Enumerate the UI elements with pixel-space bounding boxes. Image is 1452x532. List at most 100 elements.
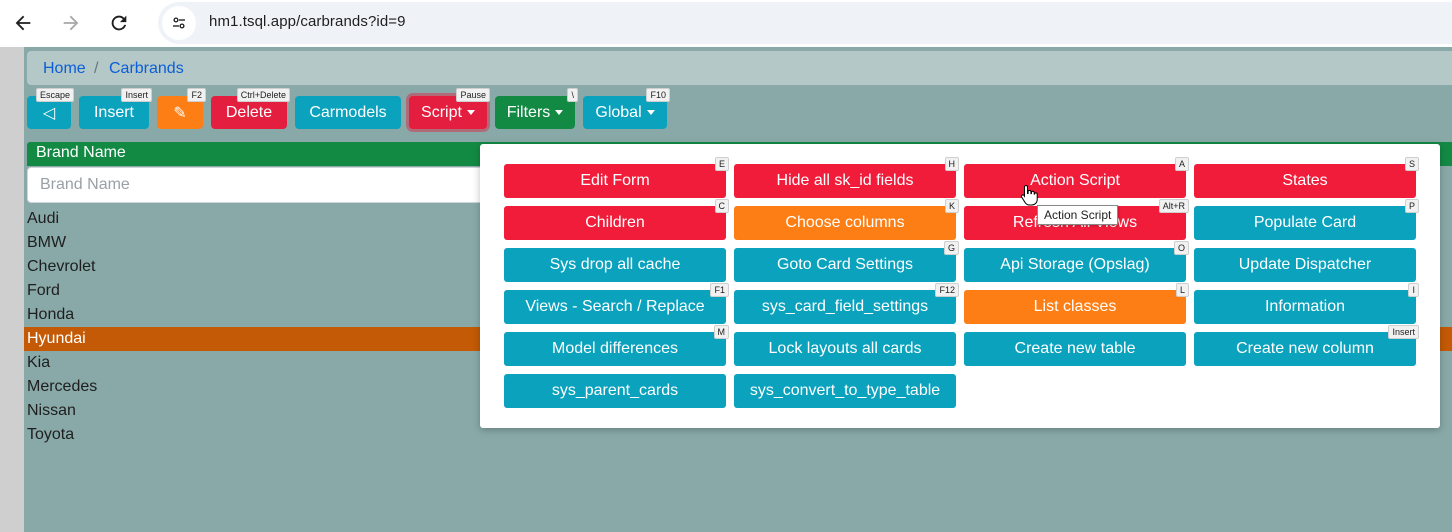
menu-item-label: List classes [1033,298,1117,315]
list-classes-button[interactable]: List classes L [964,283,1189,324]
menu-item-label: sys_parent_cards [551,382,679,399]
information-button[interactable]: Information I [1194,283,1419,324]
views-search-replace-button[interactable]: Views - Search / Replace F1 [504,283,729,324]
model-differences-button[interactable]: Model differences M [504,325,729,366]
menu-item-label: Model differences [552,340,678,357]
script-button-label: Script [421,103,462,121]
url-text[interactable]: hm1.tsql.app/carbrands?id=9 [209,13,406,30]
menu-item-label: Edit Form [580,172,650,189]
address-bar[interactable]: hm1.tsql.app/carbrands?id=9 [158,2,1452,44]
shortcut-badge: E [714,157,729,171]
shortcut-badge: F2 [187,88,206,102]
script-dropdown-button[interactable]: Script Pause [409,88,490,129]
pencil-icon: ✎ [173,104,187,122]
hide-sk-id-fields-button[interactable]: Hide all sk_id fields H [734,157,959,198]
caret-down-icon [555,110,564,115]
shortcut-badge: L [1175,283,1189,297]
update-dispatcher-button[interactable]: Update Dispatcher [1194,248,1416,282]
shortcut-badge: H [944,157,959,171]
menu-item-label: Choose columns [785,214,905,231]
filters-button-label: Filters [506,103,551,121]
menu-item-label: Information [1264,298,1346,315]
shortcut-badge: S [1404,157,1419,171]
breadcrumb-separator: / [94,60,99,77]
menu-item-label: States [1282,172,1328,189]
shortcut-badge: \ [567,88,578,102]
reload-icon [111,15,127,31]
goto-card-settings-button[interactable]: Goto Card Settings G [734,241,959,282]
shortcut-badge: Escape [35,88,74,102]
insert-button-label: Insert [93,103,134,121]
sys-drop-all-cache-button[interactable]: Sys drop all cache [504,248,726,282]
shortcut-badge: F10 [646,88,670,102]
edit-form-button[interactable]: Edit Form E [504,157,729,198]
reload-button[interactable] [100,4,138,42]
children-button[interactable]: Children C [504,199,729,240]
carmodels-button[interactable]: Carmodels [295,96,401,129]
api-storage-button[interactable]: Api Storage (Opslag) O [964,241,1189,282]
menu-item-label: Views - Search / Replace [525,298,705,315]
shortcut-badge: Insert [121,88,152,102]
shortcut-badge: P [1404,199,1419,213]
back-button[interactable] [4,4,42,42]
shortcut-badge: G [943,241,959,255]
forward-button[interactable] [52,4,90,42]
breadcrumb-home-link[interactable]: Home [43,60,86,78]
shortcut-badge: O [1173,241,1189,255]
delete-button[interactable]: Delete Ctrl+Delete [211,88,290,129]
hand-cursor-icon [1020,184,1038,206]
sys-convert-to-type-table-button[interactable]: sys_convert_to_type_table [734,374,956,408]
caret-down-icon [646,110,655,115]
insert-button[interactable]: Insert Insert [79,88,152,129]
shortcut-badge: M [713,325,729,339]
menu-item-label: Lock layouts all cards [768,340,922,357]
shortcut-badge: F12 [935,283,959,297]
menu-item-label: Create new table [1014,340,1136,357]
shortcut-badge: K [944,199,959,213]
brand-name-search-input[interactable] [27,167,507,203]
sys-card-field-settings-button[interactable]: sys_card_field_settings F12 [734,283,959,324]
states-button[interactable]: States S [1194,157,1419,198]
edit-button[interactable]: ✎ F2 [157,88,206,129]
back-view-button[interactable]: ◁ Escape [27,88,74,129]
menu-item-label: sys_convert_to_type_table [749,382,941,399]
shortcut-badge: I [1408,283,1419,297]
global-dropdown-button[interactable]: Global F10 [583,88,670,129]
shortcut-badge: Ctrl+Delete [236,88,290,102]
create-new-column-button[interactable]: Create new column Insert [1194,325,1419,366]
menu-item-label: Children [585,214,645,231]
triangle-left-icon: ◁ [42,104,56,122]
delete-button-label: Delete [225,103,273,121]
menu-item-label: Populate Card [1253,214,1357,231]
shortcut-badge: A [1174,157,1189,171]
sys-parent-cards-button[interactable]: sys_parent_cards [504,374,726,408]
arrow-left-icon [15,15,31,31]
menu-item-label: Hide all sk_id fields [776,172,914,189]
shortcut-badge: Insert [1388,325,1419,339]
global-button-label: Global [595,103,642,121]
caret-down-icon [466,110,475,115]
shortcut-badge: F1 [710,283,729,297]
tune-icon [173,17,185,29]
arrow-right-icon [63,15,79,31]
action-script-button[interactable]: Action Script A [964,157,1189,198]
browser-toolbar: hm1.tsql.app/carbrands?id=9 [0,0,1452,47]
create-new-table-button[interactable]: Create new table [964,332,1186,366]
shortcut-badge: Pause [456,88,490,102]
menu-item-label: Update Dispatcher [1238,256,1372,273]
shortcut-badge: Alt+R [1158,199,1189,213]
breadcrumb-carbrands-link[interactable]: Carbrands [109,60,184,78]
tooltip: Action Script [1037,205,1119,225]
menu-item-label: Goto Card Settings [776,256,914,273]
choose-columns-button[interactable]: Choose columns K [734,199,959,240]
carmodels-button-label: Carmodels [309,103,387,121]
menu-item-label: Api Storage (Opslag) [1000,256,1150,273]
populate-card-button[interactable]: Populate Card P [1194,199,1419,240]
left-gutter [0,47,24,532]
site-info-button[interactable] [162,6,196,40]
menu-item-label: Action Script [1030,172,1120,189]
filters-dropdown-button[interactable]: Filters \ [495,88,578,129]
menu-item-label: Sys drop all cache [549,256,681,273]
lock-layouts-button[interactable]: Lock layouts all cards [734,332,956,366]
menu-item-label: sys_card_field_settings [761,298,929,315]
